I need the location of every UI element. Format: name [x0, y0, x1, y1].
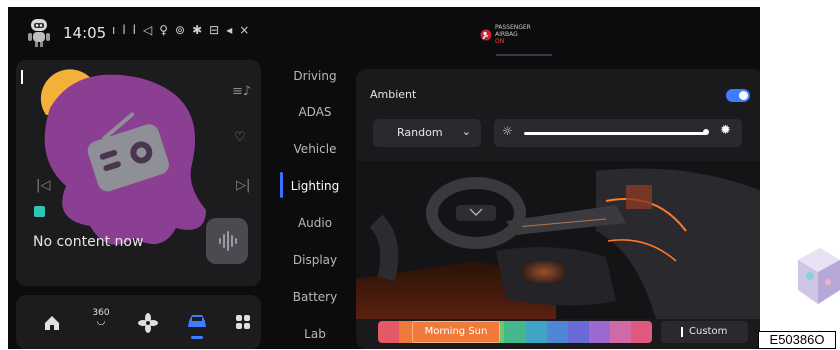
- brightness-high-icon: ✹: [720, 123, 731, 138]
- previous-icon[interactable]: |◁: [36, 178, 50, 193]
- apps-icon[interactable]: [235, 314, 251, 330]
- airbag-label: AIRBAG: [495, 31, 518, 38]
- figure-code-label: E50386O: [758, 331, 836, 349]
- passenger-airbag-indicator: PASSENGER AIRBAG ON: [480, 24, 531, 45]
- airbag-status: ON: [495, 38, 505, 45]
- camera-360-button[interactable]: 360 ◡: [88, 308, 114, 327]
- clock-time: 14:05: [63, 24, 107, 42]
- menu-item-lab[interactable]: Lab: [280, 327, 350, 341]
- custom-indicator: [681, 327, 683, 337]
- menu-item-lighting[interactable]: Lighting: [280, 179, 350, 193]
- voice-button[interactable]: [206, 218, 248, 264]
- bluetooth-icon: ✱: [192, 23, 210, 37]
- brightness-low-icon: ☼: [502, 124, 513, 138]
- car-icon: [188, 315, 206, 327]
- home-icon[interactable]: [43, 314, 61, 332]
- brightness-slider[interactable]: ☼ ✹: [494, 119, 742, 147]
- active-indicator: [191, 336, 203, 339]
- mic-icon: ♀: [159, 23, 176, 37]
- next-icon[interactable]: ▷|: [236, 178, 250, 193]
- menu-item-vehicle[interactable]: Vehicle: [280, 142, 350, 156]
- hotspot-icon: ⊚: [175, 23, 193, 37]
- location-icon: ◁: [143, 23, 160, 37]
- toggle-knob: [739, 91, 748, 100]
- custom-label: Custom: [689, 326, 728, 337]
- car-nav-button[interactable]: [182, 309, 212, 343]
- source-icon[interactable]: [34, 206, 45, 217]
- media-card[interactable]: ≡♪ ♡ |◁ ▷| No content now: [16, 60, 261, 286]
- assistant-robot-icon[interactable]: [25, 15, 53, 49]
- voice-icon: [219, 231, 237, 251]
- mode-dropdown[interactable]: Random ⌄: [373, 119, 481, 147]
- menu-item-driving[interactable]: Driving: [280, 69, 350, 83]
- camera-360-icon: ◡: [96, 316, 106, 327]
- heart-icon[interactable]: ♡: [234, 130, 246, 145]
- color-theme-bar[interactable]: Morning Sun: [378, 321, 652, 343]
- lock-icon: ⊟: [209, 23, 227, 37]
- status-bar: 14:05 ıll◁♀⊚✱⊟◂× PASSENGER AIRBAG ON: [8, 7, 760, 59]
- top-drag-handle[interactable]: [496, 54, 552, 56]
- car-interior-image: [356, 161, 760, 319]
- menu-item-battery[interactable]: Battery: [280, 290, 350, 304]
- chevron-down-icon: ⌄: [461, 125, 471, 138]
- airbag-line2: AIRBAG ON: [495, 31, 527, 45]
- brightness-track: [524, 132, 706, 135]
- brightness-thumb[interactable]: [703, 129, 709, 135]
- fan-icon[interactable]: [138, 313, 158, 333]
- decorative-cube-graphic: [798, 248, 840, 304]
- menu-item-audio[interactable]: Audio: [280, 216, 350, 230]
- menu-item-display[interactable]: Display: [280, 253, 350, 267]
- infotainment-screen: 14:05 ıll◁♀⊚✱⊟◂× PASSENGER AIRBAG ON ≡♪ …: [8, 7, 760, 349]
- mode-value: Random: [397, 126, 443, 139]
- airbag-status-text: PASSENGER AIRBAG ON: [495, 24, 531, 45]
- signal-icon: ıll: [112, 23, 144, 37]
- ambient-lighting-panel: Ambient Random ⌄ ☼ ✹ Morning Sun Custom: [356, 69, 760, 349]
- bottom-nav-bar: 360 ◡: [16, 295, 261, 349]
- airbag-icon: [480, 29, 492, 40]
- selected-color-theme[interactable]: Morning Sun: [412, 321, 500, 343]
- mute-icon: ◂×: [226, 23, 257, 37]
- menu-item-adas[interactable]: ADAS: [280, 105, 350, 119]
- custom-color-button[interactable]: Custom: [661, 321, 748, 343]
- no-content-text: No content now: [33, 234, 144, 250]
- playlist-icon[interactable]: ≡♪: [232, 84, 251, 99]
- ambient-toggle[interactable]: [726, 89, 750, 102]
- status-icons: ıll◁♀⊚✱⊟◂×: [112, 23, 256, 37]
- airbag-line1: PASSENGER: [495, 24, 531, 31]
- ambient-label: Ambient: [370, 88, 417, 101]
